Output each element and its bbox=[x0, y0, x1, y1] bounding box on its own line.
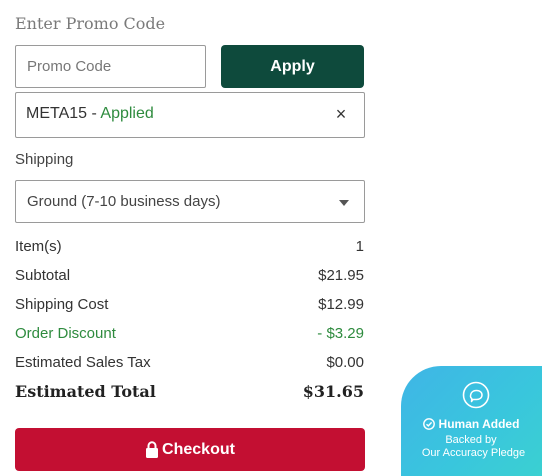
applied-promo-separator: - bbox=[87, 105, 101, 122]
summary-row-subtotal: Subtotal $21.95 bbox=[15, 267, 364, 287]
applied-promo-box: META15 - Applied × bbox=[15, 92, 365, 138]
subtotal-label: Subtotal bbox=[15, 267, 71, 284]
total-label: Estimated Total bbox=[15, 382, 156, 401]
applied-promo-code: META15 bbox=[26, 105, 88, 122]
discount-label: Order Discount bbox=[15, 325, 116, 342]
checkout-label: Checkout bbox=[162, 440, 235, 458]
discount-value: - $3.29 bbox=[317, 325, 364, 342]
badge-title: Human Added bbox=[401, 417, 541, 431]
badge-line-2: Our Accuracy Pledge bbox=[421, 447, 526, 459]
shipping-label: Shipping bbox=[15, 151, 74, 168]
summary-row-tax: Estimated Sales Tax $0.00 bbox=[15, 354, 364, 374]
applied-status: Applied bbox=[100, 105, 154, 122]
subtotal-value: $21.95 bbox=[318, 267, 364, 284]
chevron-down-icon bbox=[339, 200, 349, 206]
badge-line-1: Backed by bbox=[445, 434, 497, 446]
summary-row-discount: Order Discount - $3.29 bbox=[15, 325, 364, 345]
check-circle-icon bbox=[422, 418, 435, 430]
total-value: $31.65 bbox=[302, 382, 364, 401]
summary-row-total: Estimated Total $31.65 bbox=[15, 382, 364, 402]
checkout-button[interactable]: Checkout bbox=[15, 428, 365, 471]
promo-heading: Enter Promo Code bbox=[15, 14, 166, 33]
tax-label: Estimated Sales Tax bbox=[15, 354, 151, 371]
shipping-cost-label: Shipping Cost bbox=[15, 296, 109, 313]
remove-promo-close-icon[interactable]: × bbox=[332, 103, 350, 125]
shipping-method-select[interactable]: Ground (7-10 business days) bbox=[15, 180, 365, 223]
promo-code-input[interactable] bbox=[15, 45, 206, 88]
shipping-selected-value: Ground (7-10 business days) bbox=[27, 193, 221, 210]
items-label: Item(s) bbox=[15, 238, 62, 255]
summary-row-items: Item(s) 1 bbox=[15, 238, 364, 258]
shipping-cost-value: $12.99 bbox=[318, 296, 364, 313]
tax-value: $0.00 bbox=[326, 354, 364, 371]
items-value: 1 bbox=[355, 238, 364, 255]
apply-button[interactable]: Apply bbox=[221, 45, 364, 88]
applied-promo-text: META15 - Applied bbox=[26, 105, 154, 123]
chat-bubble-icon bbox=[462, 381, 490, 409]
accuracy-pledge-badge[interactable]: Human Added Backed by Our Accuracy Pledg… bbox=[401, 366, 542, 476]
lock-icon bbox=[146, 441, 159, 458]
summary-row-shipping: Shipping Cost $12.99 bbox=[15, 296, 364, 316]
badge-title-text: Human Added bbox=[438, 417, 520, 431]
